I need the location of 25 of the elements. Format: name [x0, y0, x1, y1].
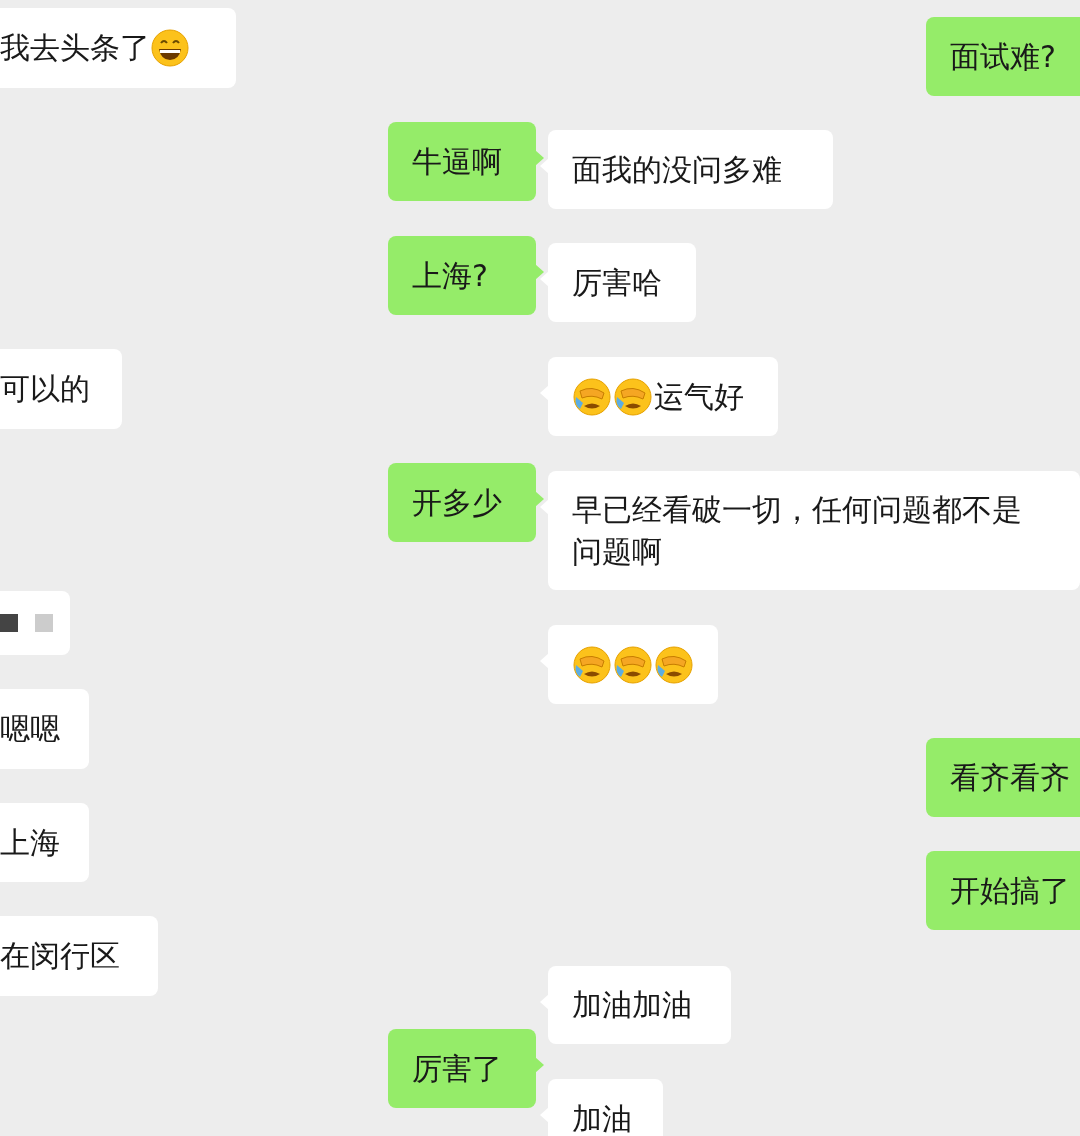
- facepalm-emoji-icon: [613, 644, 653, 685]
- message-text: 面我的没问多难: [572, 150, 782, 189]
- message-text: 上海: [0, 823, 60, 862]
- facepalm-emoji-icon: [654, 644, 694, 685]
- message-text: 加油加油: [572, 986, 692, 1024]
- facepalm-emoji-icon: [572, 376, 612, 417]
- message-text: 运气好: [654, 377, 744, 416]
- message-text: 上海?: [412, 256, 488, 295]
- message-text: 开多少: [412, 483, 502, 522]
- message-text: 嗯嗯: [0, 710, 60, 748]
- message-text: 面试难?: [950, 37, 1056, 76]
- message-text: 我去头条了: [0, 29, 150, 67]
- message-text: 加油: [572, 1099, 632, 1136]
- message-text: 厉害哈: [572, 263, 662, 302]
- message-text: 在闵行区: [0, 937, 120, 975]
- grinning-emoji-icon: [150, 28, 190, 68]
- facepalm-emoji-icon: [613, 376, 653, 417]
- message-text: 开始搞了: [950, 871, 1070, 910]
- facepalm-emoji-icon: [572, 644, 612, 685]
- message-text: 厉害了: [412, 1049, 502, 1088]
- redacted-icon: [0, 612, 54, 634]
- message-text: 可以的: [0, 370, 90, 408]
- message-text: 牛逼啊: [412, 142, 502, 181]
- message-text: 早已经看破一切，任何问题都不是问题啊: [572, 490, 1023, 571]
- message-text: 看齐看齐: [950, 758, 1070, 797]
